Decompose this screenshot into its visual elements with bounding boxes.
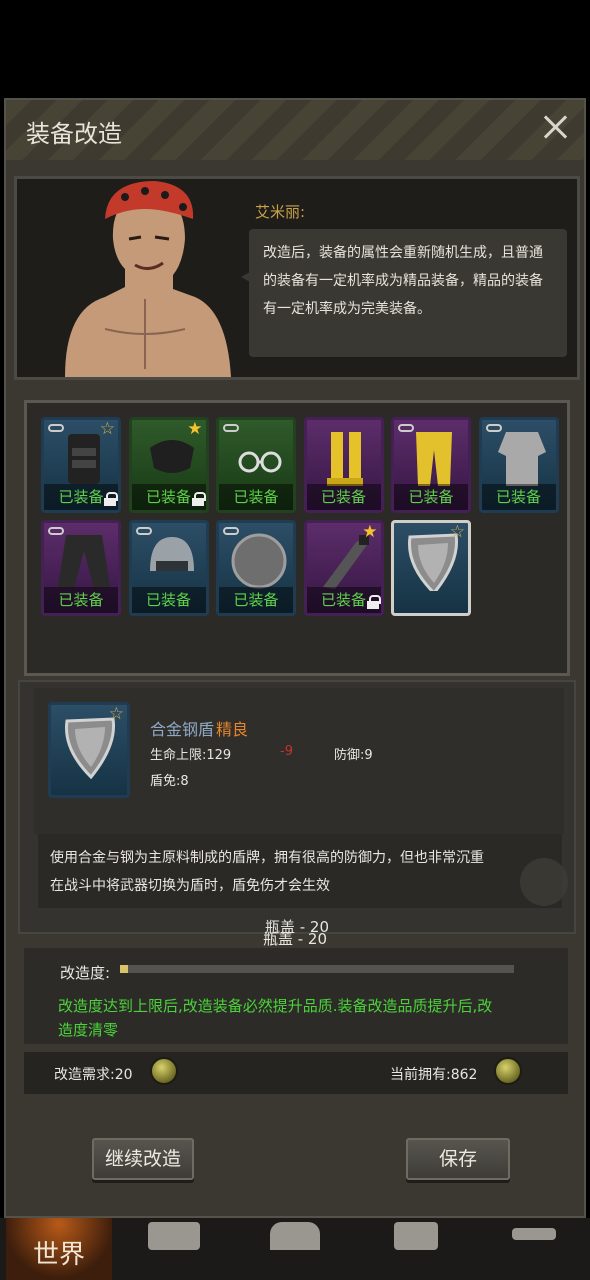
nav-character-icon[interactable] [270, 1222, 320, 1250]
link-icon [398, 424, 414, 432]
requirement-row: 改造需求:20 当前拥有:862 [24, 1052, 568, 1094]
shield-stat: 盾免:8 [150, 774, 189, 789]
inventory-slot[interactable]: ☆ 已装备 [41, 417, 121, 513]
equipped-label: 已装备 [131, 587, 206, 613]
inventory-slot[interactable]: 已装备 [391, 417, 471, 513]
star-icon: ☆ [449, 522, 465, 542]
shirt-icon [497, 432, 546, 486]
equipped-label: 已装备 [394, 484, 468, 510]
owned-label: 当前拥有:862 [390, 1067, 478, 1083]
hp-diff: -9 [280, 744, 293, 759]
jacket-icon [58, 535, 110, 589]
inventory-slot[interactable]: 已装备 [216, 417, 296, 513]
bottom-nav: 世界 [0, 1218, 590, 1280]
save-button[interactable]: 保存 [406, 1138, 510, 1180]
inventory-slot[interactable]: 已装备 [216, 520, 296, 616]
link-icon [485, 424, 502, 432]
requirement-label: 改造需求:20 [54, 1067, 133, 1083]
link-icon [48, 424, 64, 432]
inventory-slot[interactable]: ★ 已装备 [303, 520, 384, 616]
progress-note: 改造度达到上限后,改造装备必然提升品质.装备改造品质提升后,改造度清零 [58, 997, 493, 1039]
link-icon [223, 424, 239, 432]
boots-icon [326, 432, 363, 486]
lock-icon [191, 492, 206, 506]
star-icon: ★ [362, 522, 378, 542]
cost-bottom: 瓶盖 - 20 [262, 930, 328, 948]
nav-backpack-icon[interactable] [148, 1222, 200, 1250]
npc-panel: 艾米丽: 改造后，装备的属性会重新随机生成，且普通的装备有一定机率成为精品装备，… [14, 176, 580, 380]
star-icon: ☆ [99, 419, 115, 439]
star-icon: ☆ [108, 704, 124, 724]
equipped-label: 已装备 [219, 587, 293, 613]
link-icon [135, 527, 152, 535]
inventory-grid: ☆ 已装备 ★ 已装备 已装备 已装备 已装备 已装备 已装备 已装备 已装备 ★ 已装备 ☆ [24, 400, 570, 676]
nav-world-tab[interactable]: 世界 [6, 1218, 112, 1280]
continue-modify-button[interactable]: 继续改造 [92, 1138, 194, 1180]
npc-speech-bubble: 改造后，装备的属性会重新随机生成，且普通的装备有一定机率成为精品装备，精品的装备… [241, 229, 567, 357]
description-line-2: 在战斗中将武器切换为盾时，盾免伤才会生效 [50, 878, 330, 894]
kite-shield-icon [65, 717, 116, 779]
defense-stat: 防御:9 [334, 748, 373, 763]
link-icon [48, 527, 64, 535]
dialog-title: 装备改造 [26, 120, 122, 148]
progress-bar [120, 965, 514, 973]
inventory-slot[interactable]: 已装备 [478, 417, 559, 513]
equipped-label: 已装备 [481, 484, 556, 510]
lock-icon [104, 492, 118, 506]
hp-stat: 生命上限:129 [150, 748, 232, 763]
close-icon[interactable] [538, 110, 572, 144]
npc-portrait [45, 179, 235, 377]
modify-dialog: 装备改造 艾米丽: 改造后，装备的属性会重新随机生成，且普通的装备有一定机率成为… [4, 98, 586, 1218]
progress-fill [120, 965, 128, 973]
progress-label: 改造度: [60, 964, 111, 982]
inventory-slot[interactable]: ☆ [391, 520, 471, 616]
inventory-slot[interactable]: 已装备 [128, 520, 209, 616]
npc-name: 艾米丽: [255, 203, 306, 221]
inventory-slot[interactable]: 已装备 [41, 520, 121, 616]
radiation-icon [520, 858, 568, 906]
round-shield-icon [231, 533, 287, 589]
item-grade: 精良 [216, 720, 249, 739]
bottle-cap-icon [494, 1057, 522, 1085]
nav-workbench-icon[interactable] [512, 1228, 556, 1240]
description-line-1: 使用合金与钢为主原料制成的盾牌，拥有很高的防御力，但也非常沉重 [50, 850, 484, 866]
equipped-label: 已装备 [44, 587, 118, 613]
star-icon: ★ [187, 419, 203, 439]
link-icon [223, 527, 239, 535]
item-name: 合金钢盾 [150, 720, 215, 739]
inventory-slot[interactable]: 已装备 [303, 417, 384, 513]
pants-icon [416, 432, 452, 486]
glasses-icon [238, 451, 282, 473]
item-description: 使用合金与钢为主原料制成的盾牌，拥有很高的防御力，但也非常沉重 在战斗中将武器切… [38, 834, 562, 908]
lock-icon [366, 595, 381, 609]
bottle-cap-icon [150, 1057, 178, 1085]
modify-progress-panel: 改造度: 改造度达到上限后,改造装备必然提升品质.装备改造品质提升后,改造度清零 [24, 948, 568, 1044]
selected-item-slot: ☆ [48, 702, 130, 798]
item-detail-panel: ☆ 合金钢盾 精良 生命上限:129 -9 防御:9 盾免:8 瓶盖 - 20 … [18, 680, 576, 936]
inventory-slot[interactable]: ★ 已装备 [128, 417, 209, 513]
equipped-label: 已装备 [306, 484, 381, 510]
nav-world-label: 世界 [32, 1240, 85, 1270]
helmet-icon [149, 537, 194, 571]
nav-crafting-icon[interactable] [394, 1222, 438, 1250]
equipped-label: 已装备 [219, 484, 293, 510]
